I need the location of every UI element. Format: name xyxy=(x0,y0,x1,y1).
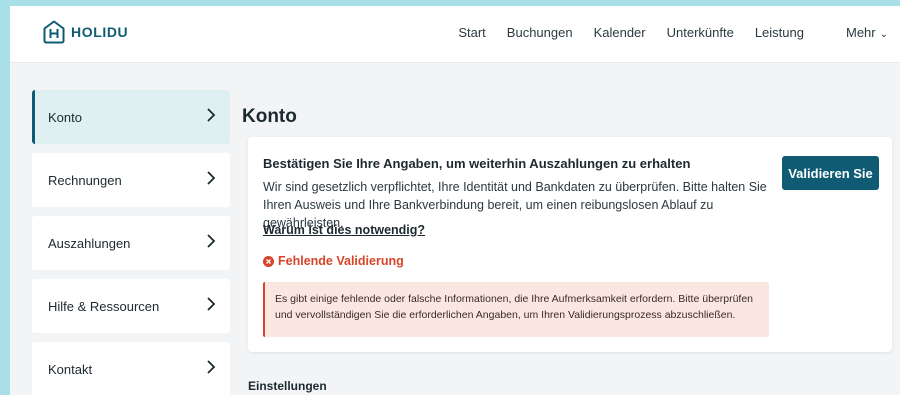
nav-item-mehr[interactable]: Mehr ⌄ xyxy=(825,25,888,40)
account-sidebar: Konto Rechnungen Auszahlungen Hilfe & Re… xyxy=(32,90,230,395)
sidebar-item-auszahlungen[interactable]: Auszahlungen xyxy=(32,216,230,270)
chevron-right-icon xyxy=(207,108,216,122)
chevron-right-icon xyxy=(207,171,216,185)
chevron-right-icon xyxy=(207,297,216,311)
sidebar-item-kontakt[interactable]: Kontakt xyxy=(32,342,230,395)
nav-item-leistung[interactable]: Leistung xyxy=(755,25,804,40)
brand-logo[interactable]: HOLIDU xyxy=(43,20,128,44)
validation-status: Fehlende Validierung xyxy=(263,254,404,268)
top-navigation-bar: HOLIDU Start Buchungen Kalender Unterkün… xyxy=(10,6,900,63)
settings-section-title: Einstellungen xyxy=(248,379,327,393)
house-logo-icon xyxy=(43,20,65,44)
validation-heading: Bestätigen Sie Ihre Angaben, um weiterhi… xyxy=(263,156,691,171)
brand-name: HOLIDU xyxy=(71,24,129,40)
nav-item-buchungen[interactable]: Buchungen xyxy=(507,25,573,40)
error-circle-icon xyxy=(263,255,274,267)
error-alert: Es gibt einige fehlende oder falsche Inf… xyxy=(263,282,769,337)
status-label: Fehlende Validierung xyxy=(278,254,404,268)
validate-button[interactable]: Validieren Sie xyxy=(782,156,879,190)
sidebar-item-label: Kontakt xyxy=(48,361,93,377)
sidebar-item-label: Konto xyxy=(48,109,82,125)
sidebar-item-label: Rechnungen xyxy=(48,172,122,188)
sidebar-item-rechnungen[interactable]: Rechnungen xyxy=(32,153,230,207)
nav-item-unterkuenfte[interactable]: Unterkünfte xyxy=(667,25,734,40)
sidebar-item-label: Hilfe & Ressourcen xyxy=(48,298,160,314)
sidebar-item-label: Auszahlungen xyxy=(48,235,131,251)
sidebar-item-konto[interactable]: Konto xyxy=(32,90,230,144)
app-window: HOLIDU Start Buchungen Kalender Unterkün… xyxy=(10,6,900,395)
alert-text: Es gibt einige fehlende oder falsche Inf… xyxy=(275,293,754,321)
main-nav: Start Buchungen Kalender Unterkünfte Lei… xyxy=(437,25,888,40)
validation-card: Bestätigen Sie Ihre Angaben, um weiterhi… xyxy=(248,137,892,352)
nav-item-mehr-label: Mehr xyxy=(845,25,876,40)
nav-item-start[interactable]: Start xyxy=(458,25,485,40)
why-necessary-link[interactable]: Warum ist dies notwendig? xyxy=(263,223,425,237)
chevron-down-icon: ⌄ xyxy=(879,29,888,40)
chevron-right-icon xyxy=(207,234,216,248)
chevron-right-icon xyxy=(207,360,216,374)
sidebar-item-hilfe-ressourcen[interactable]: Hilfe & Ressourcen xyxy=(32,279,230,333)
nav-item-kalender[interactable]: Kalender xyxy=(594,25,646,40)
page-title: Konto xyxy=(242,106,297,127)
